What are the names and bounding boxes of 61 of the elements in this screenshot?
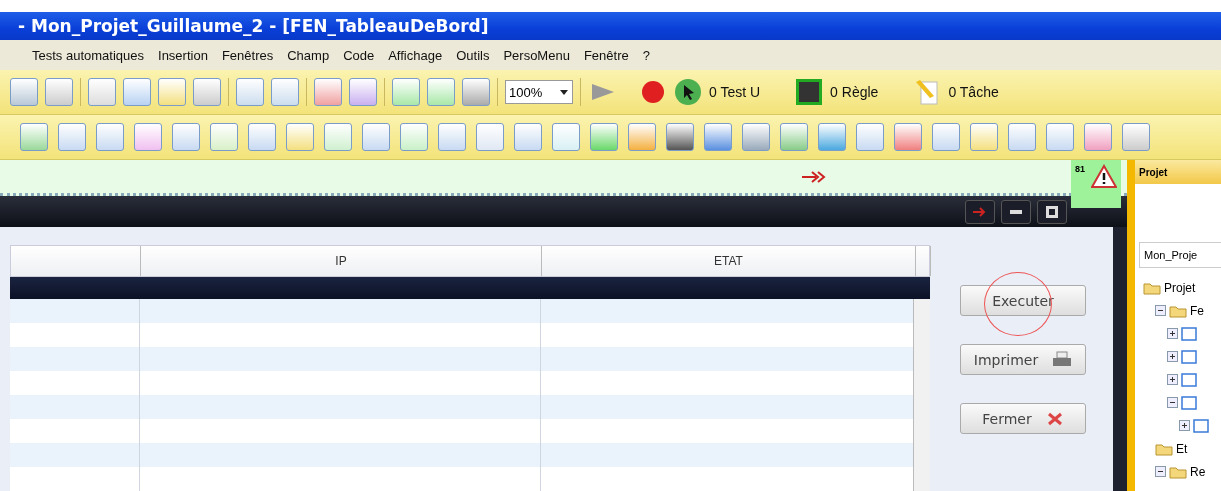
menu-item[interactable]: Code (343, 47, 375, 63)
counter-label: 0 Test U (709, 84, 761, 100)
minimize-button[interactable] (1001, 199, 1031, 224)
expand-icon[interactable] (1167, 351, 1178, 362)
collapse-icon[interactable] (1155, 305, 1166, 316)
close-icon (1045, 410, 1064, 427)
scrollbar[interactable] (913, 299, 930, 491)
action-button[interactable]: Executer (960, 285, 1086, 316)
menu-item[interactable]: Affichage (388, 47, 443, 63)
tree-item[interactable]: Projet (1164, 280, 1196, 295)
window-icon (1181, 372, 1197, 387)
resize-button[interactable] (965, 199, 995, 224)
folder-icon (1169, 303, 1187, 318)
collapse-icon[interactable] (1167, 397, 1178, 408)
maximize-button[interactable] (1037, 199, 1067, 224)
menu-item[interactable]: Insertion (158, 47, 208, 63)
minimize-icon (1010, 209, 1022, 214)
folder-icon (1155, 441, 1173, 456)
tree-item[interactable]: Et (1176, 441, 1188, 456)
maximize-icon (1046, 205, 1058, 218)
folder-icon (1143, 280, 1161, 295)
menu-item[interactable]: Fenêtre (583, 47, 629, 63)
warning-count: 81 (1075, 164, 1085, 174)
window-icon (1193, 418, 1209, 433)
window-title: - Mon_Projet_Guillaume_2 - [FEN_TableauDeBord] (18, 16, 489, 36)
window-icon (1181, 326, 1197, 341)
menu-item[interactable]: Fenêtres (221, 47, 274, 63)
window-icon (1181, 349, 1197, 364)
counter-label: 0 Tâche (948, 84, 999, 100)
record-icon[interactable] (639, 78, 667, 106)
menu-item[interactable]: PersoMenu (503, 47, 570, 63)
folder-icon (1169, 464, 1187, 479)
expand-icon[interactable] (1167, 328, 1178, 339)
counter-label: 0 Règle (830, 84, 879, 100)
project-combo[interactable]: Mon_Proje (1139, 242, 1221, 268)
menu-item[interactable]: Outils (456, 47, 490, 63)
warning-icon (1091, 164, 1117, 188)
column-header[interactable]: IP (141, 246, 542, 276)
action-button[interactable]: Fermer (960, 403, 1086, 434)
toolbar-icon[interactable] (704, 123, 732, 151)
menu-item[interactable]: Champ (287, 47, 330, 63)
action-button[interactable]: Imprimer (960, 344, 1086, 375)
tree-item[interactable]: Fe (1190, 303, 1204, 318)
menu-item[interactable]: ? (642, 47, 650, 63)
collapse-icon[interactable] (1155, 466, 1166, 477)
tree-item[interactable]: Re (1190, 464, 1206, 479)
arrow-icon (972, 205, 988, 218)
expand-icon[interactable] (1167, 374, 1178, 385)
caret-icon (559, 87, 569, 97)
toolbar-icon[interactable] (666, 123, 694, 151)
letter-r-icon[interactable] (795, 78, 824, 106)
zoom-dropdown[interactable]: 100% (505, 80, 573, 104)
printer-icon (1052, 350, 1073, 369)
window-icon (1181, 395, 1197, 410)
column-header[interactable]: ETAT (542, 246, 916, 276)
panel-title: Projet (1135, 160, 1221, 184)
cursor-icon[interactable] (674, 78, 702, 106)
warning-panel[interactable]: 81 (1071, 160, 1121, 208)
menu-item[interactable]: Tests automatiques (32, 47, 144, 63)
expand-icon[interactable] (1179, 420, 1190, 431)
arrows-icon (800, 168, 826, 185)
